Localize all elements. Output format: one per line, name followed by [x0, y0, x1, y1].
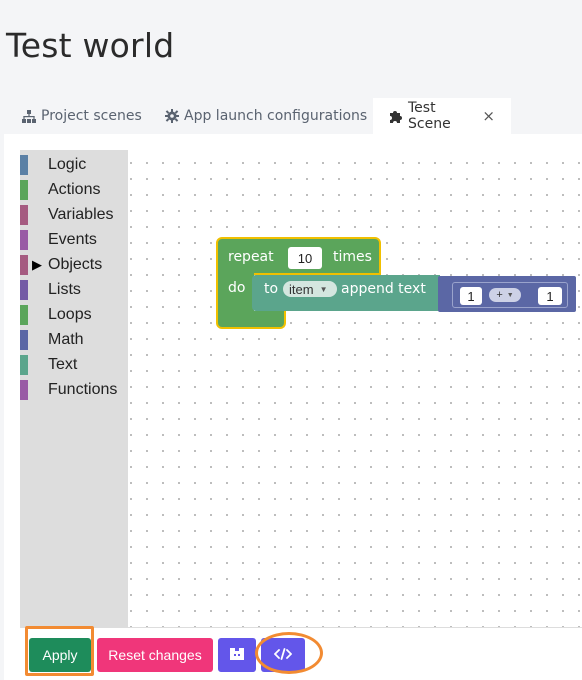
- toolbox-label: Text: [48, 356, 78, 373]
- toolbox-item-events[interactable]: Events: [20, 229, 97, 251]
- blockly-view-button[interactable]: [218, 638, 256, 672]
- category-color-bar: [20, 280, 28, 300]
- times-label: times: [333, 249, 372, 265]
- sitemap-icon: [22, 109, 36, 123]
- gear-icon: [165, 109, 179, 123]
- tab-bar: Project scenes App launch configurations…: [0, 98, 582, 134]
- toolbox-label: Variables: [48, 206, 114, 223]
- category-color-bar: [20, 355, 28, 375]
- operator-dropdown[interactable]: + ▼: [489, 288, 521, 302]
- chevron-down-icon: ▼: [319, 284, 328, 294]
- category-color-bar: [20, 180, 28, 200]
- toolbox-label: Logic: [48, 156, 87, 173]
- tab-test-scene[interactable]: Test Scene ×: [373, 98, 511, 134]
- category-color-bar: [20, 255, 28, 275]
- page-title: Test world: [6, 26, 175, 65]
- toolbox-item-functions[interactable]: Functions: [20, 379, 117, 401]
- toolbox-label: Lists: [48, 281, 81, 298]
- toolbox-item-actions[interactable]: Actions: [20, 179, 100, 201]
- close-icon[interactable]: ×: [482, 107, 495, 125]
- toolbox-item-math[interactable]: Math: [20, 329, 84, 351]
- toolbox-label: Loops: [48, 306, 92, 323]
- toolbox-label: Functions: [48, 381, 118, 398]
- toolbox-item-logic[interactable]: Logic: [20, 154, 86, 176]
- variable-name: item: [289, 281, 314, 297]
- reset-changes-button[interactable]: Reset changes: [97, 638, 213, 672]
- operator-value: +: [496, 289, 503, 301]
- category-color-bar: [20, 330, 28, 350]
- tab-app-launch-configurations[interactable]: App launch configurations: [165, 98, 367, 134]
- category-color-bar: [20, 205, 28, 225]
- apply-button[interactable]: Apply: [29, 638, 91, 672]
- variable-dropdown[interactable]: item ▼: [283, 281, 337, 297]
- expand-arrow-icon[interactable]: ▶: [32, 257, 42, 273]
- toolbox-item-text[interactable]: Text: [20, 354, 77, 376]
- blockly-icon: [230, 647, 244, 663]
- toolbox-label: Math: [48, 331, 84, 348]
- toolbox-item-variables[interactable]: Variables: [20, 204, 114, 226]
- toolbox-item-loops[interactable]: Loops: [20, 304, 92, 326]
- tab-label: App launch configurations: [184, 108, 368, 124]
- tab-project-scenes[interactable]: Project scenes: [22, 98, 142, 134]
- tab-label: Project scenes: [41, 108, 142, 124]
- category-color-bar: [20, 230, 28, 250]
- append-text-label: append text: [341, 281, 426, 297]
- repeat-label: repeat: [228, 249, 274, 265]
- code-icon: [273, 647, 293, 663]
- do-label: do: [228, 280, 246, 296]
- tab-label: Test Scene: [408, 100, 451, 132]
- repeat-block-footer: [216, 311, 286, 329]
- category-color-bar: [20, 155, 28, 175]
- category-color-bar: [20, 380, 28, 400]
- chevron-down-icon: ▼: [506, 291, 514, 299]
- toolbox-label: Events: [48, 231, 97, 248]
- code-view-button[interactable]: [261, 638, 305, 672]
- toolbox-label: Actions: [48, 181, 101, 198]
- to-label: to: [264, 281, 279, 297]
- toolbox-item-objects[interactable]: ▶ Objects: [20, 254, 102, 276]
- toolbox-item-lists[interactable]: Lists: [20, 279, 81, 301]
- math-right-input[interactable]: 1: [538, 287, 562, 305]
- category-color-bar: [20, 305, 28, 325]
- repeat-count-input[interactable]: 10: [288, 247, 322, 269]
- math-left-input[interactable]: 1: [460, 287, 482, 305]
- toolbox-label: Objects: [48, 256, 103, 273]
- puzzle-icon: [389, 109, 403, 123]
- blockly-toolbox: Logic Actions Variables Events ▶ Objects …: [20, 150, 128, 628]
